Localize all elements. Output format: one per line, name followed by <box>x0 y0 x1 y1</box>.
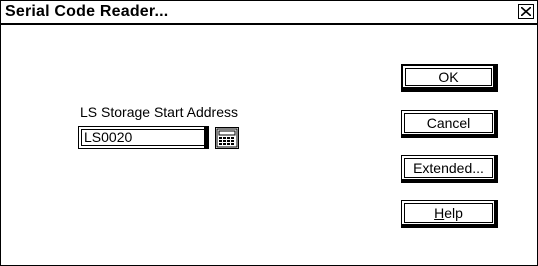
extended-button-label: Extended... <box>404 158 493 178</box>
help-button-label: Help <box>404 203 493 223</box>
address-input[interactable]: LS0020 <box>78 126 209 149</box>
close-icon <box>521 7 531 16</box>
ok-button-label: OK <box>405 68 492 86</box>
address-label: LS Storage Start Address <box>80 104 238 120</box>
cancel-button[interactable]: Cancel <box>401 110 498 138</box>
title-bar[interactable]: Serial Code Reader... <box>1 1 537 25</box>
help-label-rest: elp <box>444 205 463 221</box>
ok-button-shadow-bottom <box>403 87 496 90</box>
help-mnemonic: H <box>434 205 445 221</box>
cancel-button-shadow-bottom <box>402 134 497 137</box>
extended-button-shadow-bottom <box>402 179 497 182</box>
help-button-shadow-bottom <box>402 224 497 227</box>
address-input-shadow <box>204 127 208 148</box>
dialog-title: Serial Code Reader... <box>5 3 169 20</box>
cancel-button-label: Cancel <box>404 113 493 133</box>
address-input-value: LS0020 <box>84 129 133 145</box>
ok-button[interactable]: OK <box>401 64 498 92</box>
help-button[interactable]: Help <box>401 200 498 228</box>
close-button[interactable] <box>518 4 534 19</box>
serial-code-reader-dialog: Serial Code Reader... LS Storage Start A… <box>0 0 538 266</box>
keypad-icon <box>216 128 238 148</box>
keypad-button[interactable] <box>215 127 239 149</box>
extended-button[interactable]: Extended... <box>401 155 498 183</box>
